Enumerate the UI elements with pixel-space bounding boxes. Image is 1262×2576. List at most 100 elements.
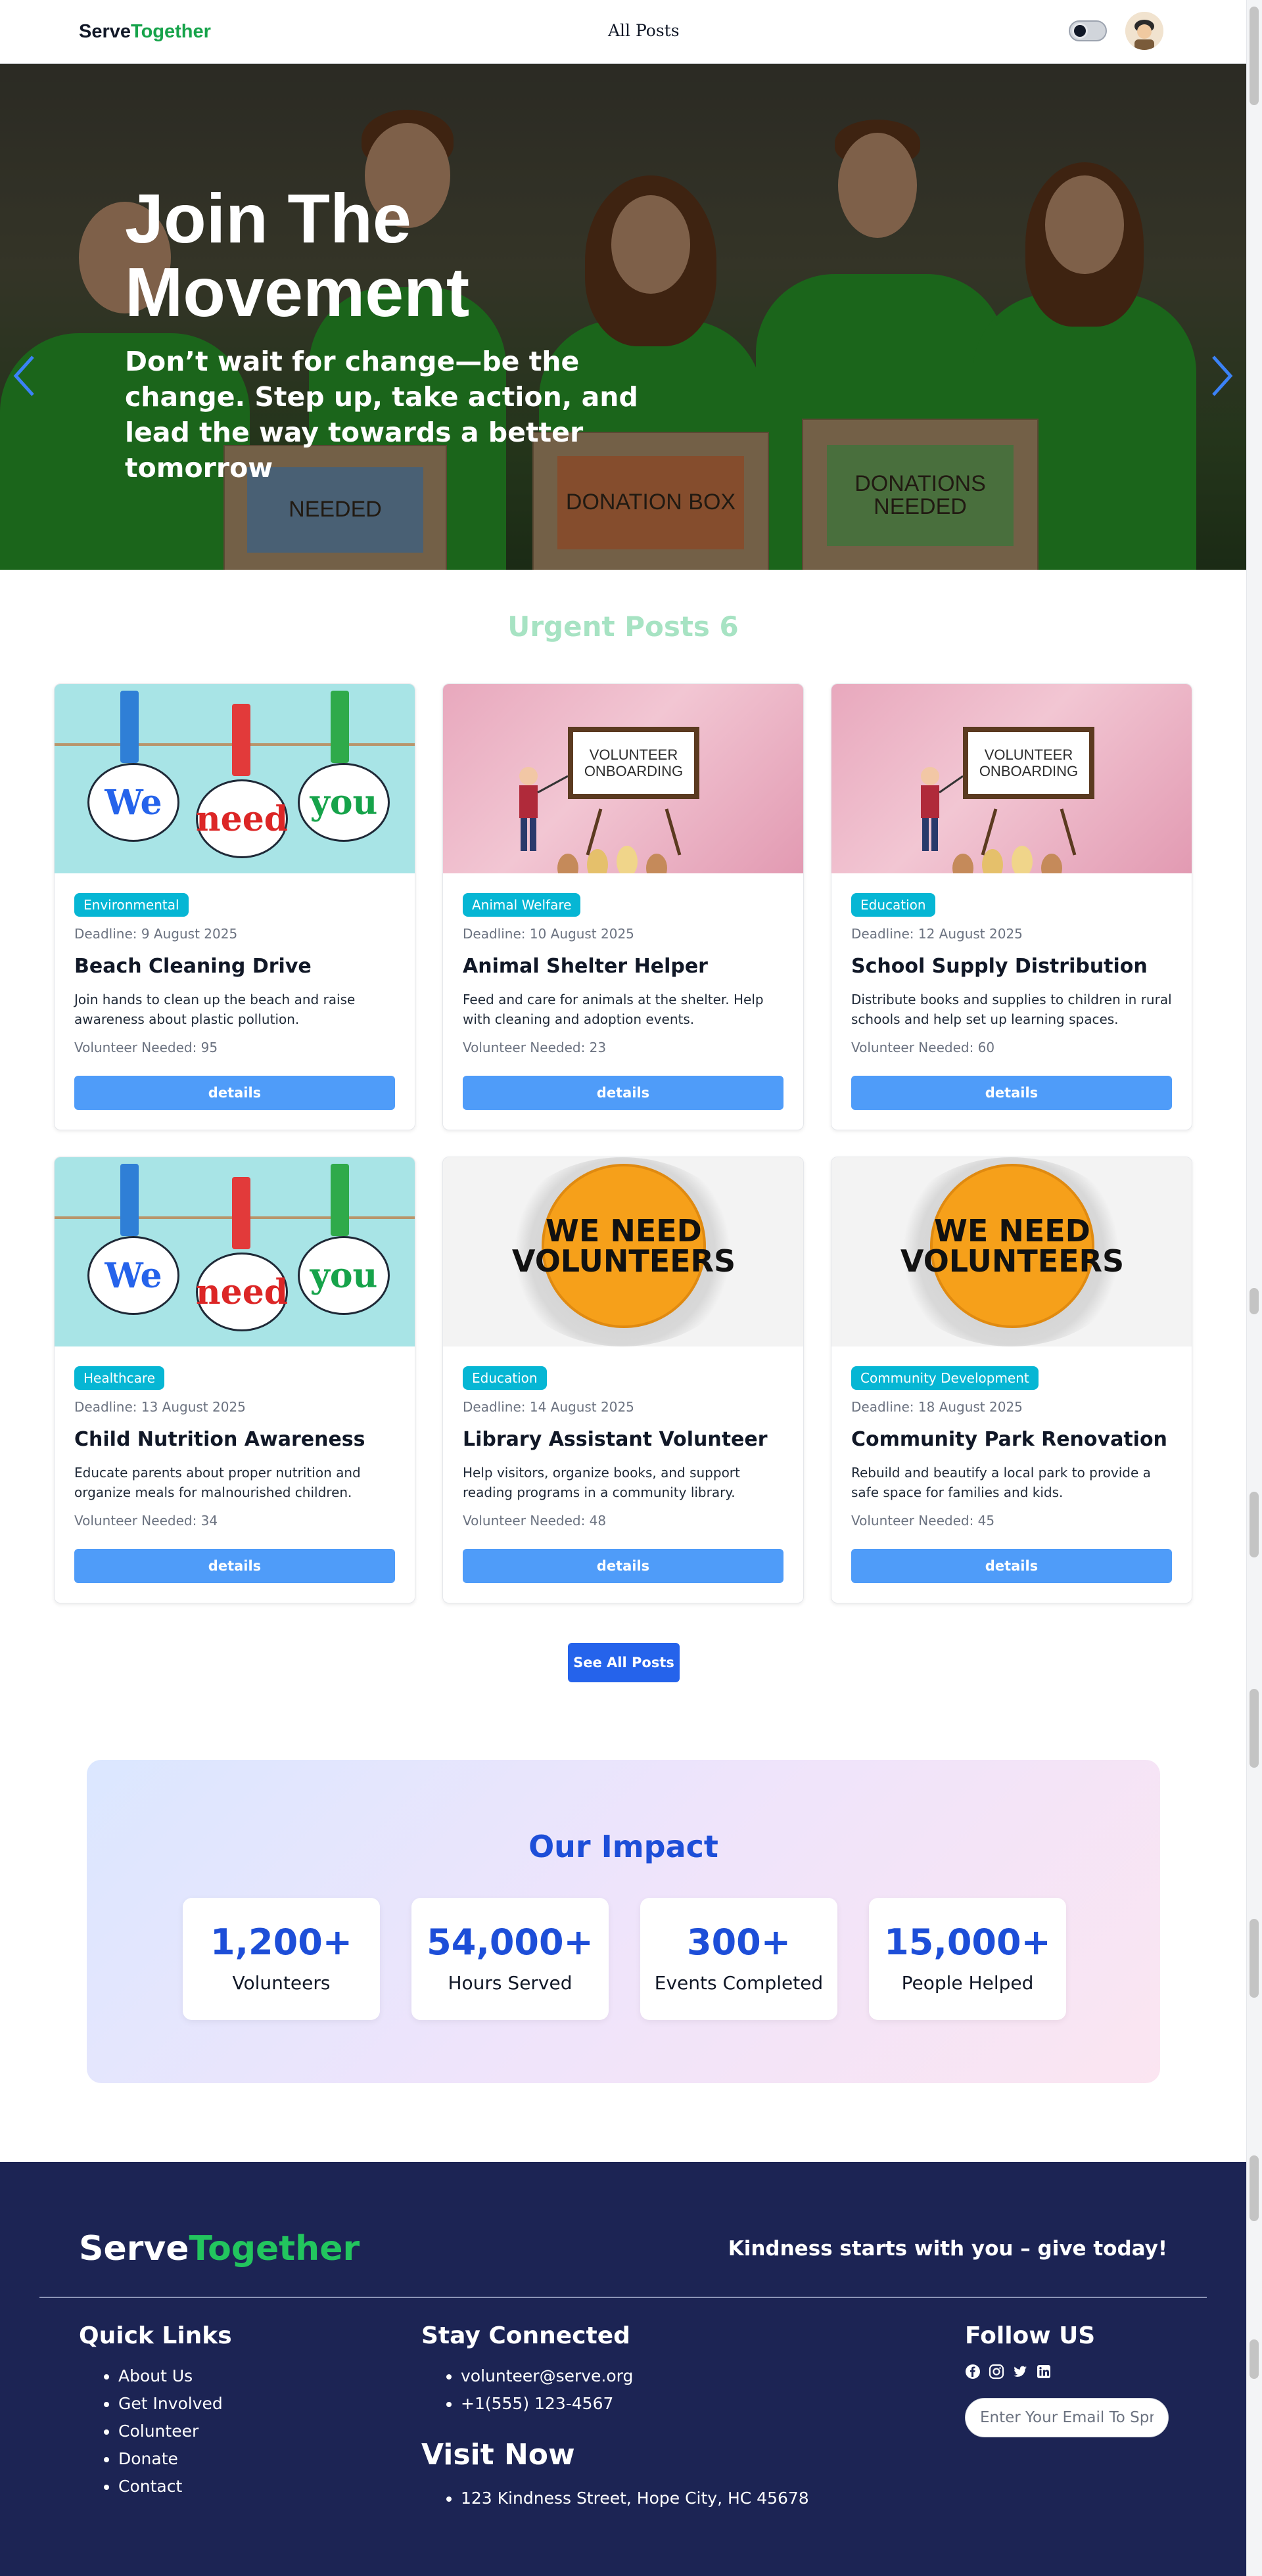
stat-value: 54,000+ [427,1921,594,1963]
post-deadline: Deadline: 13 August 2025 [74,1399,246,1415]
stay-connected: Stay Connected volunteer@serve.org +1(55… [421,2322,633,2418]
details-button[interactable]: details [463,1076,783,1110]
category-badge: Animal Welfare [463,893,581,917]
footer-link-donate[interactable]: Donate [118,2445,232,2473]
post-deadline: Deadline: 14 August 2025 [463,1399,634,1415]
visit-now-title: Visit Now [421,2438,575,2472]
impact-stats: 1,200+ Volunteers 54,000+ Hours Served 3… [183,1898,1066,2020]
post-image-volunteer-onboarding: VOLUNTEER ONBOARDING [443,684,803,873]
stat-label: People Helped [901,1972,1034,1994]
impact-title: Our Impact [528,1829,718,1864]
brand-second: Together [131,20,211,42]
newsletter-email-input[interactable] [965,2398,1169,2437]
navbar: ServeTogether All Posts [0,0,1246,64]
post-image-we-need-you: We need you [55,1157,415,1346]
details-button[interactable]: details [74,1076,395,1110]
carousel-next-icon[interactable] [1207,353,1237,399]
quick-links: Quick Links About Us Get Involved Colunt… [79,2322,232,2500]
stat-label: Hours Served [448,1972,573,1994]
stat-card: 15,000+ People Helped [869,1898,1066,2020]
post-deadline: Deadline: 10 August 2025 [463,926,634,942]
post-title: Library Assistant Volunteer [463,1428,768,1451]
post-description: Feed and care for animals at the shelter… [463,992,764,1027]
theme-toggle-knob [1072,23,1088,39]
scrollbar-marker [1250,1492,1259,1557]
details-button[interactable]: details [74,1549,395,1583]
post-image-we-need-volunteers: WE NEED VOLUNTEERS [443,1157,803,1346]
volunteers-needed: Volunteer Needed: 45 [851,1513,995,1529]
stat-value: 15,000+ [884,1921,1051,1963]
details-button[interactable]: details [851,1076,1172,1110]
category-badge: Education [463,1366,547,1390]
urgent-posts-grid: We need you Environmental Deadline: 9 Au… [54,683,1193,1603]
post-image-we-need-you: We need you [55,684,415,873]
hero-carousel: NEEDED DONATION BOX DONATIONS NEEDED Joi… [0,64,1246,570]
post-deadline: Deadline: 9 August 2025 [74,926,238,942]
footer: ServeTogether Kindness starts with you –… [0,2162,1246,2576]
post-deadline: Deadline: 18 August 2025 [851,1399,1023,1415]
scrollbar-marker [1250,1288,1259,1314]
footer-link-contact[interactable]: Contact [118,2473,232,2500]
category-badge: Education [851,893,935,917]
post-description: Rebuild and beautify a local park to pro… [851,1465,1151,1500]
footer-link-get-involved[interactable]: Get Involved [118,2390,232,2418]
instagram-icon[interactable] [989,2364,1004,2380]
impact-section: Our Impact 1,200+ Volunteers 54,000+ Hou… [87,1760,1160,2083]
post-card: VOLUNTEER ONBOARDING Animal Welfare Dead… [442,683,804,1130]
see-all-posts-button[interactable]: See All Posts [568,1643,680,1682]
stat-card: 1,200+ Volunteers [183,1898,380,2020]
post-deadline: Deadline: 12 August 2025 [851,926,1023,942]
scrollbar-marker [1250,2155,1259,2221]
details-button[interactable]: details [463,1549,783,1583]
contact-phone[interactable]: +1(555) 123-4567 [461,2390,633,2418]
linkedin-icon[interactable] [1036,2364,1052,2380]
theme-toggle[interactable] [1069,20,1107,41]
category-badge: Community Development [851,1366,1039,1390]
volunteers-needed: Volunteer Needed: 34 [74,1513,218,1529]
follow-us-title: Follow US [965,2322,1096,2349]
post-card: WE NEED VOLUNTEERS Education Deadline: 1… [442,1157,804,1603]
brand-logo[interactable]: ServeTogether [79,21,211,43]
user-avatar[interactable] [1125,12,1163,50]
stat-label: Events Completed [654,1972,824,1994]
volunteers-needed: Volunteer Needed: 95 [74,1040,218,1055]
details-button[interactable]: details [851,1549,1172,1583]
stat-value: 1,200+ [210,1921,353,1963]
social-icons [965,2364,1169,2380]
twitter-icon[interactable] [1012,2364,1028,2380]
carousel-prev-icon[interactable] [9,353,39,399]
page: ServeTogether All Posts NEEDED DONATION … [0,0,1246,2576]
volunteers-needed: Volunteer Needed: 48 [463,1513,607,1529]
scrollbar-marker [1250,2339,1259,2379]
facebook-icon[interactable] [965,2364,981,2380]
scrollbar-marker [1250,1919,1259,1998]
footer-brand-logo[interactable]: ServeTogether [79,2229,360,2268]
scrollbar-thumb[interactable] [1250,7,1259,105]
stat-card: 54,000+ Hours Served [411,1898,609,2020]
post-image-we-need-volunteers: WE NEED VOLUNTEERS [831,1157,1192,1346]
footer-tagline: Kindness starts with you – give today! [728,2237,1167,2261]
quick-links-title: Quick Links [79,2322,232,2349]
post-title: Beach Cleaning Drive [74,955,312,978]
footer-link-about[interactable]: About Us [118,2362,232,2390]
stat-label: Volunteers [232,1972,331,1994]
stay-connected-title: Stay Connected [421,2322,630,2349]
post-title: School Supply Distribution [851,955,1148,978]
nav-all-posts-link[interactable]: All Posts [608,21,680,40]
page-scrollbar[interactable] [1246,0,1262,2576]
hero-title: Join The Movement [125,180,470,331]
contact-email[interactable]: volunteer@serve.org [461,2362,633,2390]
category-badge: Healthcare [74,1366,165,1390]
stat-value: 300+ [687,1921,791,1963]
post-card: WE NEED VOLUNTEERS Community Development… [831,1157,1192,1603]
footer-divider [39,2297,1207,2298]
post-title: Child Nutrition Awareness [74,1428,365,1451]
follow-us: Follow US [965,2322,1169,2437]
footer-link-colunteer[interactable]: Colunteer [118,2418,232,2445]
nav-right [1069,12,1163,50]
visit-now: Visit Now 123 Kindness Street, Hope City… [421,2438,809,2512]
scrollbar-marker [1250,1689,1259,1768]
stat-card: 300+ Events Completed [640,1898,837,2020]
post-title: Community Park Renovation [851,1428,1167,1451]
brand-first: Serve [79,20,131,42]
